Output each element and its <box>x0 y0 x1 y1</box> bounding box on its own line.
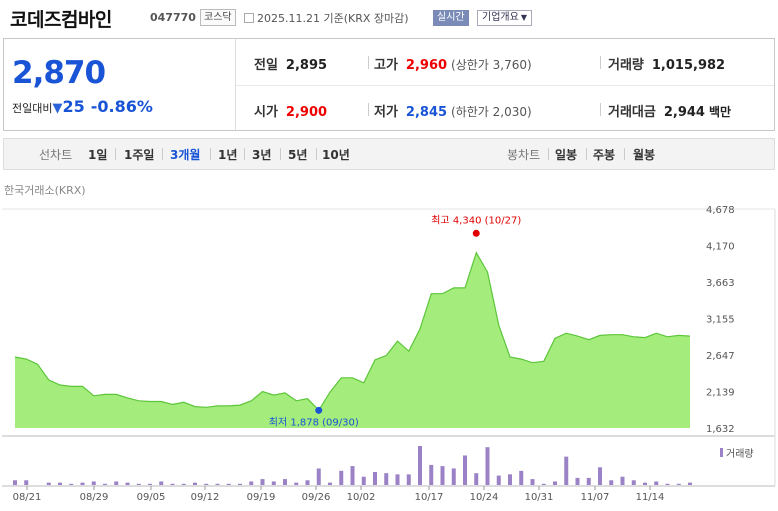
volume-bar <box>575 477 580 485</box>
volume-bar <box>631 480 636 485</box>
x-tick-label: 09/19 <box>247 492 276 503</box>
volume-bar <box>69 483 74 485</box>
volume-bar <box>654 481 659 485</box>
price-area <box>15 252 690 428</box>
volume-bar <box>485 447 490 485</box>
volume-bar <box>519 470 524 485</box>
volume-bar <box>350 466 355 485</box>
volume-bar <box>148 483 152 485</box>
volume-bar <box>283 479 287 485</box>
volume-bar <box>170 483 175 485</box>
y-tick-label: 2,139 <box>706 388 735 399</box>
volume-bar <box>58 482 62 485</box>
volume-bar <box>496 475 501 485</box>
volume-bar <box>406 474 411 485</box>
y-tick-label: 3,663 <box>706 278 735 289</box>
volume-bar <box>463 455 467 485</box>
volume-bar <box>260 479 265 485</box>
volume-bar <box>316 468 321 485</box>
x-tick-label: 10/24 <box>470 492 499 503</box>
volume-bar <box>136 483 141 485</box>
volume-bar <box>181 483 186 485</box>
volume-legend-swatch <box>720 448 723 457</box>
volume-bar <box>440 466 445 485</box>
volume-bar <box>103 483 107 485</box>
x-tick-label: 09/05 <box>137 492 166 503</box>
volume-bar <box>586 477 591 485</box>
y-tick-label: 3,155 <box>706 315 735 326</box>
volume-bar <box>80 482 85 485</box>
volume-bar <box>238 483 242 485</box>
volume-bar <box>24 480 29 485</box>
volume-bar <box>643 482 647 485</box>
volume-bar <box>46 482 51 485</box>
volume-bar <box>204 483 209 485</box>
volume-bar <box>339 470 344 485</box>
volume-bar <box>676 483 681 485</box>
volume-bar <box>249 481 254 485</box>
volume-bar <box>361 476 366 485</box>
high-marker <box>472 229 480 237</box>
y-tick-label: 4,678 <box>706 205 735 216</box>
volume-bar <box>665 483 670 485</box>
volume-bar <box>508 474 512 485</box>
x-tick-label: 10/31 <box>525 492 554 503</box>
volume-bar <box>418 446 422 485</box>
low-marker <box>315 406 323 414</box>
volume-bar <box>395 474 400 485</box>
volume-bar <box>215 483 220 485</box>
volume-legend: 거래량 <box>726 448 754 460</box>
volume-bar <box>114 481 119 485</box>
x-tick-label: 09/12 <box>191 492 220 503</box>
x-tick-label: 11/07 <box>581 492 610 503</box>
x-tick-label: 08/21 <box>13 492 42 503</box>
x-tick-label: 11/14 <box>636 492 665 503</box>
low-annotation: 최저 1,878 (09/30) <box>269 416 359 428</box>
volume-bar <box>429 464 434 485</box>
volume-bar <box>373 472 377 485</box>
volume-bar <box>159 481 164 485</box>
volume-bar <box>541 483 546 485</box>
volume-bar <box>530 479 535 485</box>
volume-bar <box>598 467 602 485</box>
volume-bar <box>474 473 479 485</box>
volume-bar <box>451 468 456 485</box>
volume-bar <box>125 482 130 485</box>
volume-bar <box>609 480 614 485</box>
y-tick-label: 4,170 <box>706 242 735 253</box>
volume-bar <box>13 480 17 485</box>
volume-bar <box>564 456 569 485</box>
volume-bar <box>620 476 625 485</box>
volume-bar <box>91 481 96 485</box>
volume-bar <box>193 482 197 485</box>
y-tick-label: 1,632 <box>706 424 735 435</box>
price-chart: 4,678 4,170 3,663 3,155 2,647 2,139 1,632 최고 4,… <box>2 205 776 503</box>
x-tick-label: 08/29 <box>80 492 109 503</box>
volume-bar <box>305 480 310 485</box>
volume-bar <box>271 481 276 485</box>
volume-bar <box>688 482 692 485</box>
x-tick-label: 09/26 <box>302 492 331 503</box>
x-tick-label: 10/17 <box>415 492 444 503</box>
volume-bar <box>553 481 557 485</box>
x-tick-label: 10/02 <box>347 492 376 503</box>
volume-bar <box>328 482 332 485</box>
volume-bar <box>226 483 231 485</box>
volume-bar <box>294 482 299 485</box>
volume-bar <box>384 473 389 485</box>
y-tick-label: 2,647 <box>706 351 735 362</box>
high-annotation: 최고 4,340 (10/27) <box>431 214 521 226</box>
